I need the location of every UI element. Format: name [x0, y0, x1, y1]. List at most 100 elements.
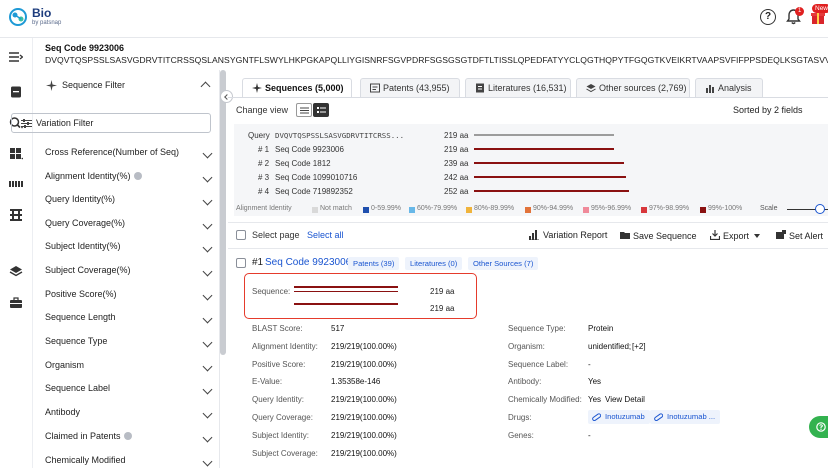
page-title: Seq Code 9923006: [45, 43, 124, 53]
alignment-row-bar: [474, 162, 624, 164]
layers-icon[interactable]: [9, 265, 23, 277]
chemically-modified-key: Chemically Modified:: [508, 395, 582, 404]
filter-scrollbar[interactable]: [220, 70, 226, 355]
drug-tag-1[interactable]: Inotuzumab: [588, 410, 650, 424]
workspace-icon[interactable]: [9, 86, 23, 98]
query-row-sequence: DVQVTQSPSSLSASVGDRVTITCRSS...: [275, 131, 404, 140]
filter-item[interactable]: Organism: [45, 360, 215, 383]
detail-view-button[interactable]: [313, 103, 329, 117]
organism-more-link[interactable]: [+2]: [632, 342, 646, 351]
variation-report-button[interactable]: Variation Report: [543, 230, 607, 240]
filter-item[interactable]: Query Coverage(%): [45, 218, 215, 241]
sort-info[interactable]: Sorted by 2 fields: [733, 105, 803, 115]
filter-item-label: Positive Score(%): [45, 289, 117, 299]
variation-filter-button[interactable]: Variation Filter: [11, 113, 211, 133]
antibody-key: Antibody:: [508, 377, 541, 386]
result-checkbox[interactable]: [236, 258, 246, 268]
select-all-link[interactable]: Select all: [307, 230, 344, 240]
detail-key: BLAST Score:: [252, 324, 303, 333]
scale-label: Scale: [760, 205, 778, 212]
detail-value: 219/219(100.00%): [331, 449, 397, 458]
help-circle-icon: [816, 422, 826, 432]
filter-item[interactable]: Subject Identity(%): [45, 241, 215, 264]
info-icon[interactable]: [124, 432, 132, 440]
filter-item[interactable]: Positive Score(%): [45, 289, 215, 312]
filter-item[interactable]: Sequence Type: [45, 336, 215, 359]
detail-key: Alignment Identity:: [252, 342, 318, 351]
save-sequence-button[interactable]: Save Sequence: [633, 231, 697, 241]
chevron-up-icon[interactable]: [201, 82, 211, 92]
app-name[interactable]: Bio: [32, 6, 51, 20]
filter-item[interactable]: Alignment Identity(%): [45, 171, 215, 194]
filter-item-label: Query Identity(%): [45, 194, 115, 204]
bio-logo-icon[interactable]: [8, 7, 28, 27]
filter-item[interactable]: Query Identity(%): [45, 194, 215, 217]
tab-sequences[interactable]: Sequences (5,000): [242, 78, 352, 98]
alignment-row-name[interactable]: Seq Code 9923006: [275, 145, 344, 154]
alert-icon: [776, 230, 786, 240]
export-button[interactable]: Export: [723, 231, 749, 241]
report-icon: [529, 230, 539, 240]
alignment-row-number: # 2: [258, 159, 269, 168]
filter-item[interactable]: Claimed in Patents: [45, 431, 215, 454]
scale-slider-handle[interactable]: [815, 204, 825, 214]
drug-tag-2-label: Inotuzumab ...: [667, 412, 715, 421]
organism-key: Organism:: [508, 342, 545, 351]
other-sources-pill[interactable]: Other Sources (7): [468, 257, 538, 270]
result-title-link[interactable]: Seq Code 9923006: [265, 257, 351, 268]
grid-icon[interactable]: [9, 148, 23, 160]
tab-patents[interactable]: Patents (43,955): [360, 78, 460, 98]
select-page-checkbox[interactable]: [236, 230, 246, 240]
chevron-down-icon: [203, 220, 213, 230]
set-alert-button[interactable]: Set Alert: [789, 231, 823, 241]
filter-item-label: Sequence Type: [45, 336, 107, 346]
patents-pill[interactable]: Patents (39): [348, 257, 399, 270]
detail-key: Query Identity:: [252, 395, 304, 404]
tab-other-sources[interactable]: Other sources (2,769): [576, 78, 690, 98]
filter-item[interactable]: Sequence Label: [45, 383, 215, 406]
tab-literatures-label: Literatures (16,531): [488, 83, 567, 93]
alignment-row-name[interactable]: Seq Code 1099010716: [275, 173, 357, 182]
briefcase-icon[interactable]: [9, 297, 23, 309]
detail-key: Positive Score:: [252, 360, 305, 369]
tab-other-sources-label: Other sources (2,769): [599, 83, 687, 93]
alignment-row-bar: [474, 190, 629, 192]
filter-item[interactable]: Chemically Modified: [45, 455, 215, 468]
drug-tag-2[interactable]: Inotuzumab ...: [650, 410, 720, 424]
view-detail-link[interactable]: View Detail: [605, 395, 645, 404]
collapse-menu-icon[interactable]: [9, 51, 23, 63]
filter-item[interactable]: Antibody: [45, 407, 215, 430]
filter-item[interactable]: Subject Coverage(%): [45, 265, 215, 288]
assistant-fab-button[interactable]: [809, 416, 828, 438]
alignment-row-name[interactable]: Seq Code 719892352: [275, 187, 353, 196]
filter-header[interactable]: Sequence Filter: [34, 70, 220, 98]
tab-literatures[interactable]: Literatures (16,531): [465, 78, 571, 98]
patent-icon: [370, 83, 380, 93]
alignment-row-bar: [474, 176, 626, 178]
tab-analysis[interactable]: Analysis: [695, 78, 763, 98]
info-icon[interactable]: [134, 172, 142, 180]
change-view-label: Change view: [236, 105, 288, 115]
structure-icon[interactable]: [9, 209, 23, 221]
filter-item-label: Sequence Label: [45, 383, 110, 393]
filter-item[interactable]: Sequence Length: [45, 312, 215, 335]
barcode-icon[interactable]: [9, 179, 23, 191]
filter-item-label: Chemically Modified: [45, 455, 126, 465]
filter-item-label: Sequence Length: [45, 312, 116, 322]
legend-swatch: [525, 207, 531, 213]
chevron-down-icon: [203, 457, 213, 467]
toolbar-divider: [228, 222, 828, 223]
detail-key: Query Coverage:: [252, 413, 313, 422]
help-icon[interactable]: ?: [760, 9, 776, 25]
literatures-pill[interactable]: Literatures (0): [405, 257, 462, 270]
result-divider: [228, 248, 828, 249]
notification-badge: 1: [795, 7, 804, 16]
app-subtitle: by patsnap: [32, 20, 61, 26]
alignment-row-name[interactable]: Seq Code 1812: [275, 159, 331, 168]
export-icon: [710, 230, 720, 240]
legend-swatch: [583, 207, 589, 213]
alignment-row-length: 239 aa: [444, 159, 468, 168]
list-view-button[interactable]: [296, 103, 312, 117]
filter-item[interactable]: Cross Reference(Number of Seq): [45, 147, 215, 170]
left-icon-rail: [0, 38, 33, 468]
